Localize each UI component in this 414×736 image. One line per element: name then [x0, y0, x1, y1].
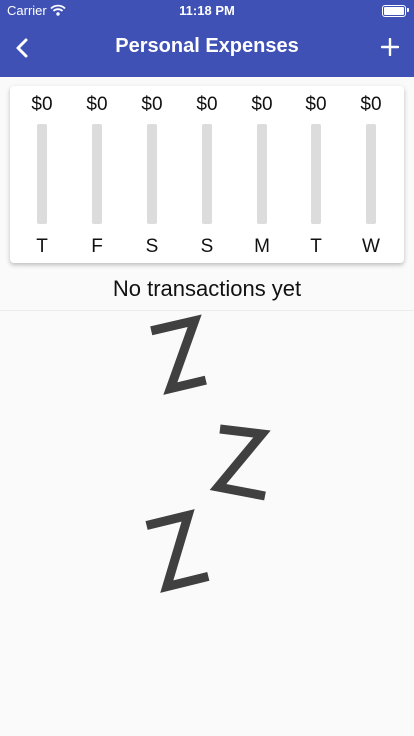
bar-amount-label: $0 [360, 94, 382, 115]
bar-track [147, 124, 157, 224]
chart-column: $0 S [182, 86, 232, 263]
bar-day-label: S [145, 236, 159, 257]
bar-amount-label: $0 [31, 94, 53, 115]
bar-amount-label: $0 [141, 94, 163, 115]
chart-column: $0 M [237, 86, 287, 263]
bar-day-label: M [254, 236, 270, 257]
bar-track [311, 124, 321, 224]
sleeping-zzz-icon [145, 314, 271, 593]
battery-cap [407, 8, 409, 12]
add-icon[interactable] [381, 38, 399, 56]
battery-icon [382, 5, 406, 17]
divider [0, 310, 414, 311]
bar-track [202, 124, 212, 224]
bar-day-label: T [310, 236, 322, 257]
chart-column: $0 T [291, 86, 341, 263]
chart-column: $0 T [17, 86, 67, 263]
bar-day-label: W [362, 236, 380, 257]
bar-amount-label: $0 [251, 94, 273, 115]
app-bar: Carrier 11:18 PM Personal Expenses [0, 0, 414, 77]
bar-day-label: T [36, 236, 48, 257]
chart-column: $0 F [72, 86, 122, 263]
weekly-chart-card: $0 T $0 F $0 S $0 S $0 M $0 T $0 W [10, 86, 404, 263]
status-bar: Carrier 11:18 PM [0, 0, 414, 20]
status-time: 11:18 PM [179, 3, 235, 18]
page-title: Personal Expenses [115, 35, 299, 57]
bar-track [257, 124, 267, 224]
chart-column: $0 S [127, 86, 177, 263]
bar-amount-label: $0 [196, 94, 218, 115]
bar-day-label: S [200, 236, 214, 257]
bar-amount-label: $0 [86, 94, 108, 115]
bar-amount-label: $0 [305, 94, 327, 115]
empty-state-message: No transactions yet [112, 276, 302, 301]
chart-column: $0 W [346, 86, 396, 263]
bar-track [92, 124, 102, 224]
bar-track [37, 124, 47, 224]
bar-track [366, 124, 376, 224]
bar-day-label: F [91, 236, 103, 257]
